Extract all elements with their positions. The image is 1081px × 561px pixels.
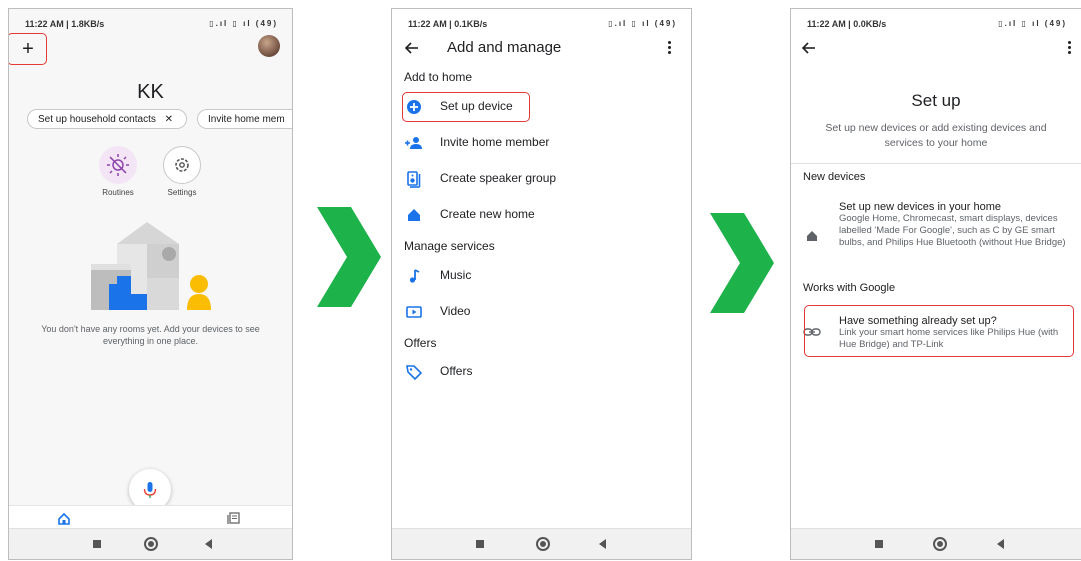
home-tab-icon[interactable]	[57, 512, 71, 526]
status-bar: 11:22 AM | 1.8KB/s ▯.ıl ▯ ıl (49)	[25, 17, 278, 33]
recents-button[interactable]	[476, 540, 484, 548]
tag-icon	[406, 365, 423, 381]
status-bar: 11:22 AM | 0.1KB/s ▯.ıl ▯ ıl (49)	[408, 17, 677, 33]
back-system-button[interactable]	[599, 539, 606, 549]
menu-item-label: Offers	[440, 364, 473, 378]
flow-arrow-icon	[710, 213, 774, 313]
chip-label: Invite home mem	[208, 114, 285, 125]
chip-label: Set up household contacts	[38, 114, 156, 125]
menu-item-label: Music	[440, 268, 472, 282]
new-devices-option[interactable]: Set up new devices in your home Google H…	[791, 199, 1081, 269]
home-system-button[interactable]	[933, 537, 947, 551]
system-nav-bar	[392, 528, 691, 559]
section-works-with-google: Works with Google	[803, 282, 896, 294]
add-person-icon	[405, 137, 422, 149]
menu-item-invite-home-member[interactable]: Invite home member	[392, 131, 691, 155]
back-arrow-icon[interactable]	[404, 40, 420, 56]
menu-item-label: Create new home	[440, 207, 535, 221]
settings-label: Settings	[167, 188, 197, 197]
status-icons: ▯.ıl ▯ ıl (49)	[209, 19, 278, 28]
recents-button[interactable]	[875, 540, 883, 548]
chip-invite-home-member[interactable]: Invite home mem	[197, 109, 292, 129]
add-button-highlight	[9, 33, 47, 65]
back-system-button[interactable]	[997, 539, 1004, 549]
menu-item-music[interactable]: Music	[392, 264, 691, 288]
home-system-button[interactable]	[144, 537, 158, 551]
sun-icon	[107, 154, 129, 176]
routines-label: Routines	[102, 188, 134, 197]
status-time: 11:22 AM | 0.0KB/s	[807, 19, 887, 29]
recents-button[interactable]	[93, 540, 101, 548]
settings-button[interactable]	[163, 146, 201, 184]
home-screen: 11:22 AM | 1.8KB/s ▯.ıl ▯ ıl (49) + KK S…	[8, 8, 293, 560]
music-note-icon	[409, 269, 420, 283]
menu-item-label: Create speaker group	[440, 171, 557, 185]
back-arrow-icon[interactable]	[801, 40, 817, 56]
empty-rooms-message: You don't have any rooms yet. Add your d…	[41, 324, 260, 346]
home-name-title: KK	[137, 81, 164, 103]
status-time: 11:22 AM | 1.8KB/s	[25, 19, 105, 29]
option-title: Set up new devices in your home	[839, 201, 1002, 213]
chip-household-contacts[interactable]: Set up household contacts ✕	[27, 109, 187, 129]
home-icon	[408, 209, 420, 221]
section-new-devices: New devices	[803, 171, 866, 183]
status-icons: ▯.ıl ▯ ıl (49)	[998, 19, 1067, 28]
system-nav-bar	[9, 528, 292, 559]
status-bar: 11:22 AM | 0.0KB/s ▯.ıl ▯ ıl (49)	[807, 17, 1067, 33]
page-title: Set up	[911, 91, 961, 110]
feed-tab-icon[interactable]	[227, 511, 241, 525]
avatar[interactable]	[258, 35, 280, 57]
home-system-button[interactable]	[536, 537, 550, 551]
speaker-group-icon	[407, 171, 421, 188]
empty-home-illustration	[91, 222, 211, 310]
status-icons: ▯.ıl ▯ ıl (49)	[608, 19, 677, 28]
menu-item-video[interactable]: Video	[392, 300, 691, 324]
back-system-button[interactable]	[205, 539, 212, 549]
menu-item-label: Invite home member	[440, 135, 550, 149]
menu-item-offers[interactable]: Offers	[392, 360, 691, 384]
more-options-icon[interactable]	[1068, 41, 1072, 54]
flow-arrow-icon	[317, 207, 381, 307]
home-icon	[807, 231, 817, 241]
set-up-screen: 11:22 AM | 0.0KB/s ▯.ıl ▯ ıl (49) Set up…	[790, 8, 1081, 560]
option-description: Google Home, Chromecast, smart displays,…	[839, 213, 1066, 248]
close-icon[interactable]: ✕	[165, 114, 173, 125]
page-title: Add and manage	[447, 39, 562, 56]
divider	[791, 163, 1081, 164]
more-options-icon[interactable]	[668, 41, 672, 54]
system-nav-bar	[791, 528, 1081, 559]
menu-item-create-new-home[interactable]: Create new home	[392, 203, 691, 227]
routines-button[interactable]	[99, 146, 137, 184]
section-offers: Offers	[404, 336, 437, 350]
section-manage-services: Manage services	[404, 239, 495, 253]
video-icon	[406, 306, 422, 318]
set-up-device-highlight	[402, 92, 530, 122]
status-time: 11:22 AM | 0.1KB/s	[408, 19, 488, 29]
works-with-google-highlight	[804, 305, 1074, 357]
add-and-manage-screen: 11:22 AM | 0.1KB/s ▯.ıl ▯ ıl (49) Add an…	[391, 8, 692, 560]
menu-item-create-speaker-group[interactable]: Create speaker group	[392, 167, 691, 191]
section-add-to-home: Add to home	[404, 70, 473, 84]
gear-icon	[175, 158, 189, 172]
menu-item-label: Video	[440, 304, 471, 318]
page-subtitle: Set up new devices or add existing devic…	[825, 122, 1047, 149]
